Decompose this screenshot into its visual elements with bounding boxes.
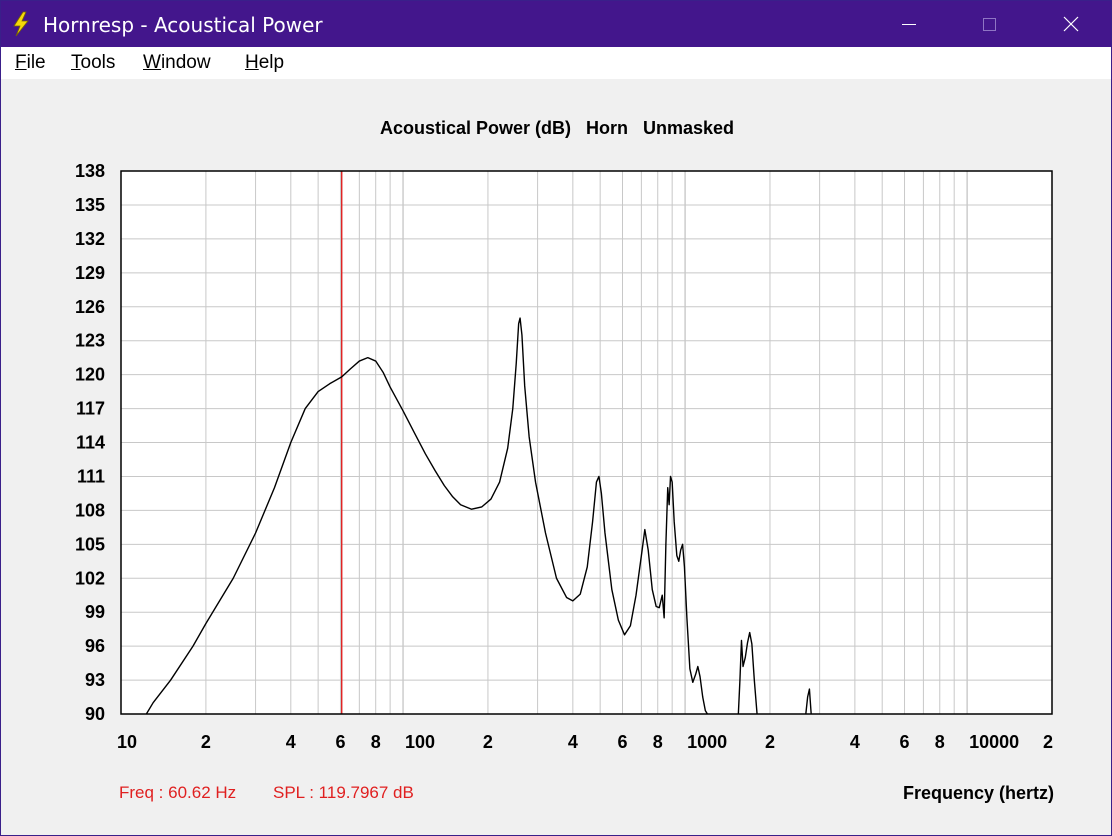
maximize-button[interactable] xyxy=(949,1,1029,47)
x-tick-label: 1000 xyxy=(687,732,727,752)
y-tick-label: 126 xyxy=(75,297,105,317)
y-tick-label: 90 xyxy=(85,704,105,724)
status-freq: Freq : 60.62 Hz xyxy=(119,783,236,802)
y-axis-ticks: 90 93 96 99 102 105 108 111 114 117 120 123 126 129 13… xyxy=(75,161,105,724)
x-tick-label: 8 xyxy=(935,732,945,752)
title-bar[interactable]: Hornresp - Acoustical Power xyxy=(1,1,1111,47)
x-tick-label: 6 xyxy=(617,732,627,752)
y-tick-label: 135 xyxy=(75,195,105,215)
menu-file[interactable]: File xyxy=(15,52,46,74)
x-tick-label: 4 xyxy=(568,732,578,752)
x-tick-label: 8 xyxy=(653,732,663,752)
y-tick-label: 108 xyxy=(75,500,105,520)
close-icon xyxy=(1063,16,1079,32)
x-tick-label: 2 xyxy=(1043,732,1053,752)
x-tick-label: 10 xyxy=(117,732,137,752)
y-tick-label: 111 xyxy=(77,466,105,486)
x-tick-label: 2 xyxy=(201,732,211,752)
y-tick-label: 99 xyxy=(85,602,105,622)
x-tick-label: 4 xyxy=(850,732,860,752)
menu-bar: File Tools Window Help xyxy=(1,47,1111,79)
x-tick-label: 6 xyxy=(335,732,345,752)
y-tick-label: 93 xyxy=(85,670,105,690)
window-title: Hornresp - Acoustical Power xyxy=(43,13,323,37)
y-tick-label: 114 xyxy=(76,433,105,453)
x-tick-label: 10000 xyxy=(969,732,1019,752)
x-tick-label: 2 xyxy=(765,732,775,752)
y-tick-label: 96 xyxy=(85,636,105,656)
x-axis-ticks: 10 2 4 6 8 100 2 4 6 8 1000 2 4 6 8 10000 2 xyxy=(117,732,1053,752)
minimize-icon xyxy=(902,24,916,25)
status-spl: SPL : 119.7967 dB xyxy=(273,783,414,802)
y-tick-label: 120 xyxy=(75,365,105,385)
app-window: Hornresp - Acoustical Power File Tools W… xyxy=(0,0,1112,836)
x-axis-label: Frequency (hertz) xyxy=(903,783,1054,803)
x-tick-label: 2 xyxy=(483,732,493,752)
y-tick-label: 129 xyxy=(75,263,105,283)
lightning-bolt-icon xyxy=(13,11,29,37)
y-tick-label: 105 xyxy=(75,534,105,554)
x-tick-label: 4 xyxy=(286,732,296,752)
y-tick-label: 123 xyxy=(75,331,105,351)
menu-help[interactable]: Help xyxy=(245,52,284,74)
y-tick-label: 138 xyxy=(75,161,105,181)
y-tick-label: 102 xyxy=(75,568,105,588)
y-tick-label: 117 xyxy=(76,399,105,419)
menu-window[interactable]: Window xyxy=(143,52,211,74)
x-tick-label: 8 xyxy=(371,732,381,752)
x-tick-label: 6 xyxy=(900,732,910,752)
chart[interactable]: Acoustical Power (dB) Horn Unmasked 90 93… xyxy=(1,79,1111,835)
chart-title: Acoustical Power (dB) Horn Unmasked xyxy=(380,118,734,138)
maximize-icon xyxy=(983,18,996,31)
minimize-button[interactable] xyxy=(869,1,949,47)
menu-tools[interactable]: Tools xyxy=(71,52,115,74)
x-tick-label: 100 xyxy=(405,732,435,752)
close-button[interactable] xyxy=(1029,1,1109,47)
y-tick-label: 132 xyxy=(75,229,105,249)
